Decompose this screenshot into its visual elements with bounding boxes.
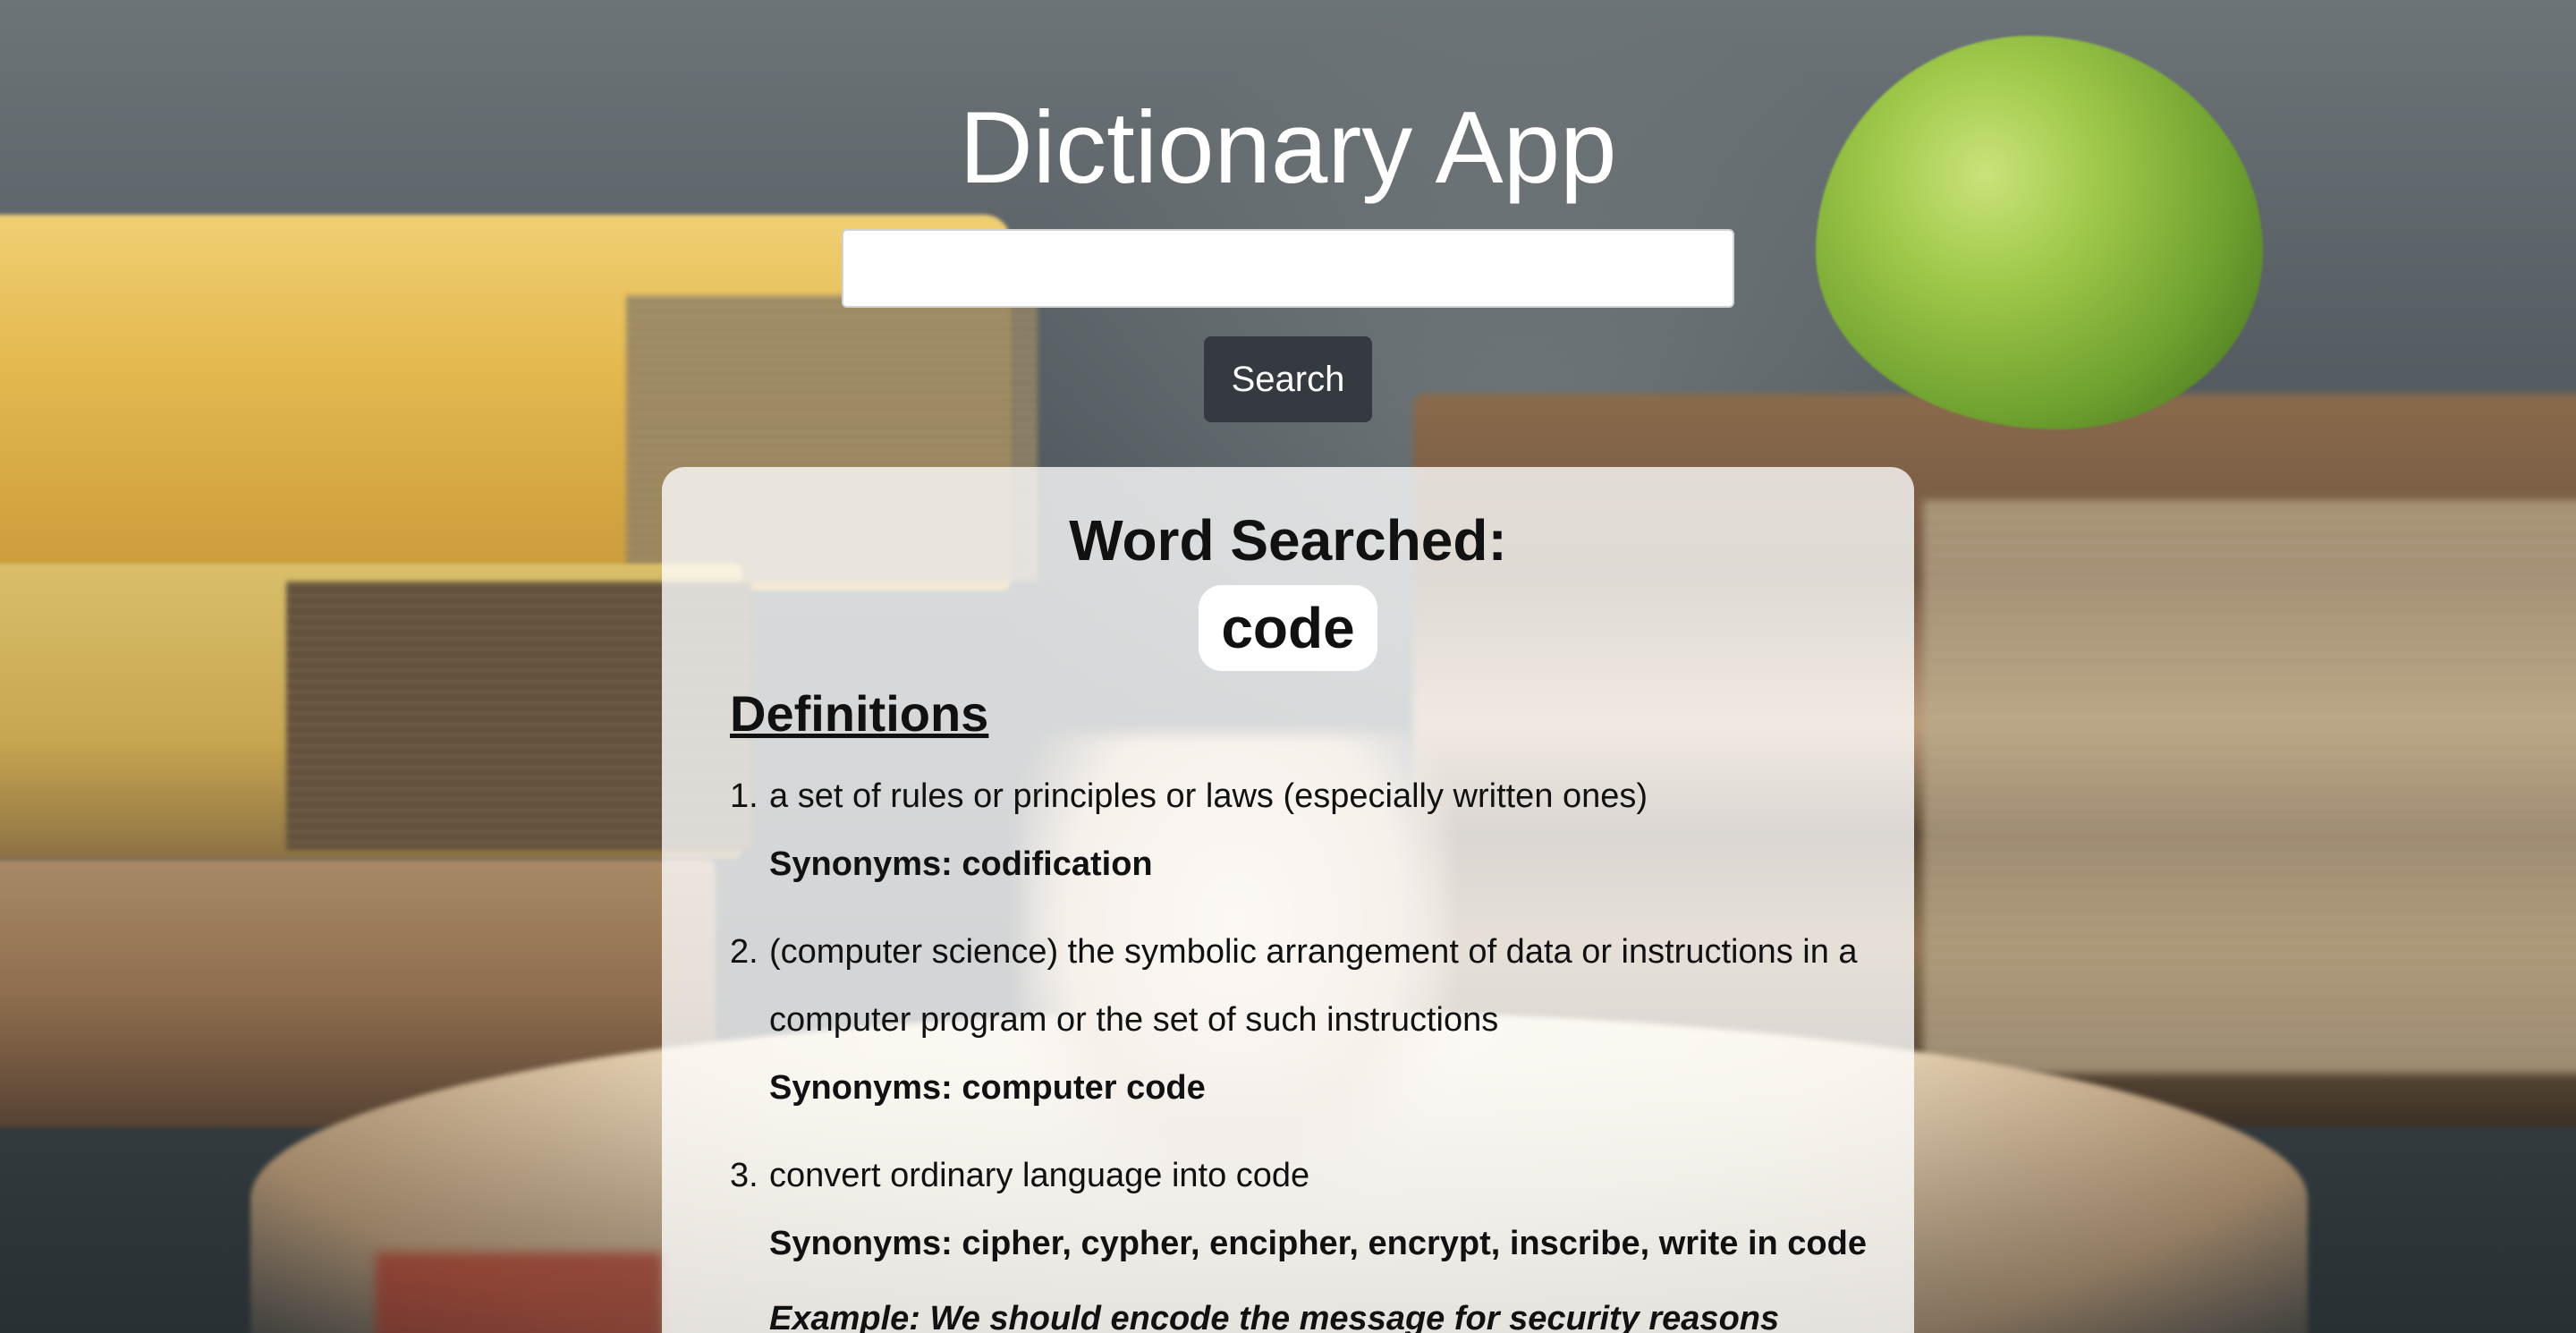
definitions-list: 1. a set of rules or principles or laws …: [730, 762, 1884, 1333]
definition-number: 1.: [730, 777, 758, 815]
word-searched-label: Word Searched:: [1069, 508, 1507, 573]
definition-example: Example: We should encode the message fo…: [769, 1300, 1780, 1333]
definition-text: (computer science) the symbolic arrangem…: [769, 933, 1858, 1039]
result-card: Word Searched: code Definitions 1. a set…: [662, 467, 1914, 1333]
definition-number: 3.: [730, 1157, 758, 1194]
search-input[interactable]: [842, 229, 1734, 308]
background-book-pages: [1923, 501, 2576, 1074]
app-title: Dictionary App: [959, 91, 1617, 205]
definition-text: convert ordinary language into code: [769, 1157, 1310, 1194]
definition-item: 2. (computer science) the symbolic arran…: [730, 918, 1884, 1122]
definition-synonyms: Synonyms: cipher, cypher, encipher, encr…: [769, 1225, 1867, 1262]
definition-item: 3. convert ordinary language into code S…: [730, 1142, 1884, 1333]
definition-synonyms: Synonyms: codification: [769, 845, 1153, 883]
searched-word-badge: code: [1199, 585, 1377, 671]
definition-text: a set of rules or principles or laws (es…: [769, 777, 1648, 815]
definitions-heading: Definitions: [730, 685, 989, 742]
definition-synonyms: Synonyms: computer code: [769, 1069, 1206, 1107]
definition-item: 1. a set of rules or principles or laws …: [730, 762, 1884, 898]
definition-number: 2.: [730, 933, 758, 971]
search-button[interactable]: Search: [1204, 336, 1372, 422]
